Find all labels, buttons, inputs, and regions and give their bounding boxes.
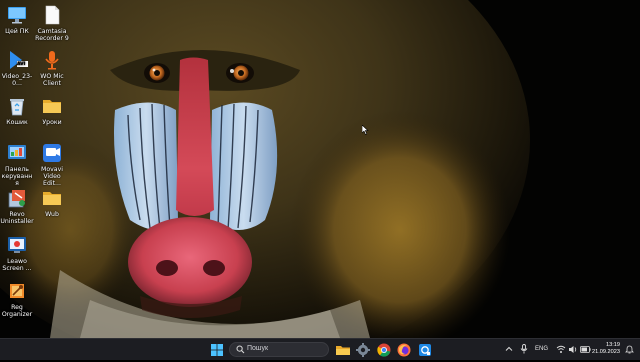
taskbar-clock[interactable]: 13:19 21.09.2023 — [592, 342, 620, 356]
firefox-icon — [397, 343, 411, 357]
chrome-icon — [377, 343, 391, 357]
desktop-icon-label: Video_23-0... — [1, 73, 33, 87]
desktop-icon-avi-video[interactable]: AVI Video_23-0... — [0, 49, 34, 87]
notification-bell-icon[interactable] — [625, 345, 634, 354]
avi-badge: AVI — [17, 62, 26, 67]
folder-icon — [41, 187, 63, 209]
desktop-icon-revo-uninstaller[interactable]: Revo Uninstaller — [0, 187, 34, 225]
desktop-icon-this-pc[interactable]: Цей ПК — [0, 4, 34, 35]
mouse-cursor-icon — [361, 120, 369, 139]
desktop-icon-movavi[interactable]: Movavi Video Edit... — [35, 142, 69, 187]
search-box[interactable]: Пошук — [229, 342, 329, 357]
file-explorer-icon — [336, 346, 350, 355]
desktop-icon-label: Цей ПК — [5, 28, 29, 35]
desktop-icon-label: Wub — [45, 211, 59, 218]
chevron-up-icon[interactable] — [505, 345, 513, 353]
desktop-icon-label: Movavi Video Edit... — [41, 166, 63, 187]
settings-icon — [356, 343, 370, 357]
movavi-icon — [41, 142, 63, 164]
desktop-icon-control-panel[interactable]: Панель керування — [0, 142, 34, 187]
file-explorer-button[interactable] — [335, 342, 351, 358]
volume-icon[interactable] — [568, 345, 578, 354]
reg-organizer-icon — [6, 280, 28, 302]
clock-date: 21.09.2023 — [592, 349, 620, 355]
taskbar: Пошук ENG 13:19 21.09.2023 — [0, 338, 640, 360]
chrome-button[interactable] — [376, 342, 392, 358]
desktop-icon-reg-organizer[interactable]: Reg Organizer — [0, 280, 34, 318]
desktop-icon-wub-folder[interactable]: Wub — [35, 187, 69, 218]
app-icon — [419, 344, 431, 356]
avi-file-icon: AVI — [6, 49, 28, 71]
microphone-icon — [41, 49, 63, 71]
desktop-icon-label: WO Mic Client — [40, 73, 64, 87]
desktop-icon-wo-mic[interactable]: WO Mic Client — [35, 49, 69, 87]
firefox-button[interactable] — [396, 342, 412, 358]
desktop-icon-label: Reg Organizer — [1, 304, 33, 318]
leawo-icon — [6, 234, 28, 256]
desktop-icon-recycle-bin[interactable]: Кошик — [0, 95, 34, 126]
battery-icon[interactable] — [580, 346, 591, 353]
folder-icon — [41, 95, 63, 117]
search-icon — [236, 345, 245, 354]
desktop-icon-label: Camtasia Recorder 9 — [35, 28, 69, 42]
search-placeholder: Пошук — [247, 345, 269, 352]
desktop-icon-lessons-folder[interactable]: Уроки — [35, 95, 69, 126]
app-button[interactable] — [417, 342, 433, 358]
revo-uninstaller-icon — [6, 187, 28, 209]
recycle-bin-icon — [6, 95, 28, 117]
desktop-icon-label: Уроки — [42, 119, 62, 126]
desktop-wallpaper — [0, 0, 640, 338]
desktop-icon-camtasia-recorder[interactable]: Camtasia Recorder 9 — [35, 4, 69, 42]
clock-time: 13:19 — [606, 342, 620, 348]
desktop-icon-label: Revo Uninstaller — [0, 211, 34, 225]
settings-button[interactable] — [355, 342, 371, 358]
desktop-icon-label: Панель керування — [1, 166, 33, 187]
start-button[interactable] — [209, 342, 225, 358]
desktop-icon-leawo[interactable]: Leawo Screen ... — [0, 234, 34, 272]
file-icon — [41, 4, 63, 26]
language-indicator[interactable]: ENG — [535, 346, 548, 352]
microphone-icon[interactable] — [520, 344, 528, 354]
wifi-icon[interactable] — [556, 345, 566, 354]
control-panel-icon — [6, 142, 28, 164]
monitor-icon — [6, 4, 28, 26]
start-icon — [211, 344, 223, 356]
desktop-icon-label: Кошик — [6, 119, 28, 126]
desktop-icon-label: Leawo Screen ... — [2, 258, 32, 272]
